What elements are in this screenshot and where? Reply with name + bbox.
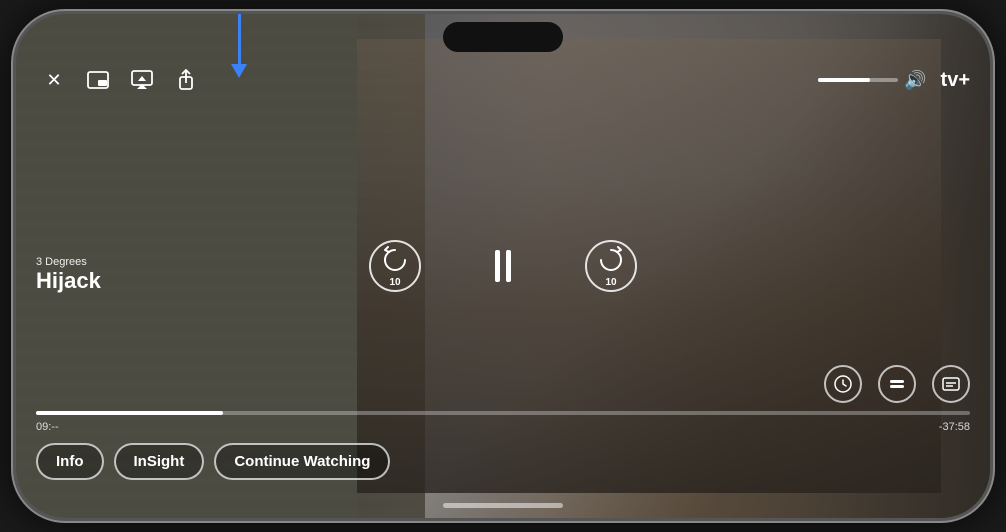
subtitles-button[interactable] [932, 365, 970, 403]
playback-speed-button[interactable] [824, 365, 862, 403]
phone-container: ✕ [0, 0, 1006, 532]
phone-frame: ✕ [13, 11, 993, 521]
show-title-area: 3 Degrees Hijack [36, 256, 101, 294]
close-button[interactable]: ✕ [36, 62, 72, 98]
power-button[interactable] [990, 194, 993, 274]
info-button[interactable]: Info [36, 443, 104, 480]
rewind-label: 10 [389, 277, 400, 288]
pause-bar-right [506, 250, 511, 282]
volume-fill [818, 78, 870, 82]
volume-track [818, 78, 898, 82]
time-remaining: -37:58 [939, 421, 970, 433]
right-side-controls [824, 365, 970, 403]
pause-icon [495, 250, 511, 282]
appletv-text: tv+ [941, 69, 970, 92]
home-indicator [443, 503, 563, 508]
show-subtitle: 3 Degrees [36, 256, 101, 268]
insight-button[interactable]: InSight [114, 443, 205, 480]
center-playback-controls: 10 10 [369, 240, 637, 292]
volume-icon: 🔊 [904, 70, 926, 91]
audio-button[interactable] [878, 365, 916, 403]
time-labels: 09:-- -37:58 [36, 421, 970, 433]
blue-arrow-indicator [231, 14, 247, 78]
top-controls-bar: ✕ [16, 62, 990, 98]
bottom-action-buttons: Info InSight Continue Watching [36, 443, 390, 480]
progress-track[interactable] [36, 411, 970, 415]
forward-10-button[interactable]: 10 [585, 240, 637, 292]
continue-watching-button[interactable]: Continue Watching [214, 443, 390, 480]
pip-button[interactable] [80, 62, 116, 98]
appletv-logo: tv+ [939, 69, 970, 92]
progress-container[interactable]: 09:-- -37:58 [36, 411, 970, 433]
share-button[interactable] [168, 62, 204, 98]
pause-button[interactable] [481, 244, 525, 288]
pause-bar-left [495, 250, 500, 282]
volume-button[interactable] [13, 144, 16, 194]
arrow-shaft [238, 14, 241, 64]
volume-control[interactable]: 🔊 [818, 70, 926, 91]
forward-label: 10 [605, 277, 616, 288]
top-right-controls: 🔊 tv+ [818, 69, 970, 92]
dynamic-island [443, 22, 563, 52]
time-elapsed: 09:-- [36, 421, 59, 433]
show-name: Hijack [36, 268, 101, 294]
progress-fill [36, 411, 223, 415]
rewind-10-button[interactable]: 10 [369, 240, 421, 292]
arrow-head [231, 64, 247, 78]
airplay-button[interactable] [124, 62, 160, 98]
